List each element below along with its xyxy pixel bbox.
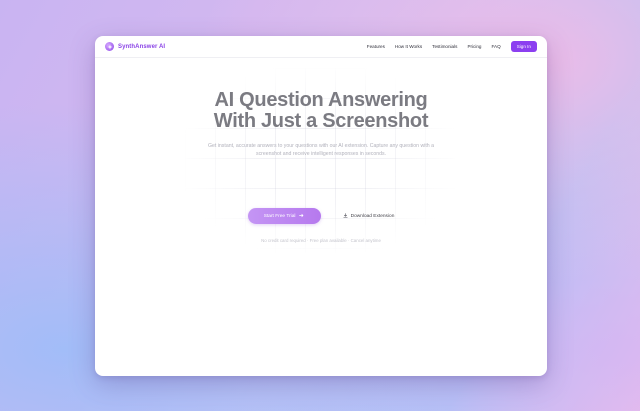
start-free-trial-button[interactable]: Start Free Trial — [247, 208, 321, 224]
cta-row: Start Free Trial Download Extension — [95, 208, 547, 224]
brand-name: SynthAnswer AI — [118, 43, 166, 50]
sign-in-button[interactable]: Sign In — [510, 41, 537, 52]
nav-link-pricing[interactable]: Pricing — [467, 44, 481, 49]
nav-link-how-it-works[interactable]: How It Works — [395, 44, 422, 49]
hero-section: AI Question Answering With Just a Screen… — [95, 58, 547, 376]
nav-link-features[interactable]: Features — [367, 44, 385, 49]
start-free-trial-label: Start Free Trial — [263, 213, 296, 219]
browser-window: SynthAnswer AI Features How It Works Tes… — [95, 36, 547, 376]
download-icon — [343, 212, 348, 220]
download-extension-label: Download Extension — [350, 213, 395, 219]
sign-in-label: Sign In — [516, 44, 531, 49]
headline-line-1: AI Question Answering — [214, 89, 428, 111]
trust-line: No credit card required · Free plan avai… — [261, 238, 381, 243]
sparkle-icon — [105, 42, 114, 51]
download-extension-button[interactable]: Download Extension — [343, 208, 395, 224]
hero-headline: AI Question Answering With Just a Screen… — [95, 90, 547, 132]
nav-link-testimonials[interactable]: Testimonials — [432, 44, 457, 49]
brand[interactable]: SynthAnswer AI — [105, 42, 165, 51]
headline-line-2: With Just a Screenshot — [213, 110, 429, 132]
nav-links: Features How It Works Testimonials Prici… — [367, 41, 537, 52]
top-navbar: SynthAnswer AI Features How It Works Tes… — [95, 36, 547, 58]
hero-subtext: Get instant, accurate answers to your qu… — [207, 143, 435, 158]
nav-link-faq[interactable]: FAQ — [491, 44, 500, 49]
arrow-right-icon — [299, 213, 304, 220]
